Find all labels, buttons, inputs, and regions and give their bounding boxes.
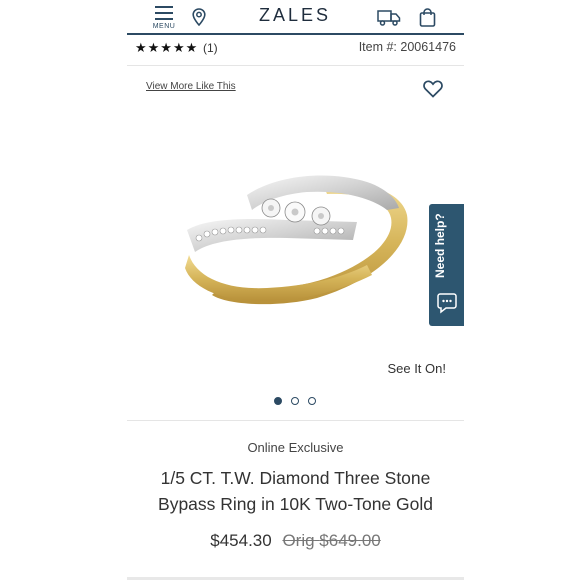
carousel-dot-1[interactable] [274, 397, 282, 405]
truck-icon[interactable] [377, 9, 401, 31]
carousel-dot-2[interactable] [291, 397, 299, 405]
carousel-dots [272, 397, 332, 407]
menu-button[interactable]: MENU [151, 4, 177, 32]
site-header: MENU ZALES [127, 0, 464, 35]
heart-icon[interactable] [423, 80, 443, 103]
orig-label: Orig [282, 531, 315, 550]
star-rating[interactable]: ★★★★★ [135, 40, 198, 56]
product-image[interactable] [167, 160, 427, 325]
price-block: $454.30 Orig $649.00 [127, 531, 464, 551]
orig-price-value: $649.00 [319, 531, 381, 550]
item-number: Item #: 20061476 [359, 40, 456, 54]
product-title: 1/5 CT. T.W. Diamond Three Stone Bypass … [158, 468, 433, 514]
sale-price: $454.30 [210, 531, 272, 550]
location-pin-icon[interactable] [192, 8, 206, 31]
divider [127, 420, 464, 421]
chat-bubble-icon [437, 292, 457, 319]
product-page: MENU ZALES ★★★★★ (1) Item #: 20061476 Vi… [127, 0, 464, 580]
see-it-on-link[interactable]: See It On! [387, 361, 446, 376]
need-help-label: Need help? [433, 213, 447, 278]
item-number-value: 20061476 [400, 40, 456, 54]
menu-label: MENU [152, 23, 176, 30]
zales-logo[interactable]: ZALES [255, 5, 335, 26]
review-count[interactable]: (1) [203, 41, 218, 55]
item-number-label: Item #: [358, 40, 401, 54]
menu-icon [155, 6, 173, 20]
need-help-tab[interactable]: Need help? [429, 204, 464, 326]
original-price: Orig $649.00 [282, 531, 380, 550]
view-more-link[interactable]: View More Like This [146, 81, 236, 92]
carousel-dot-3[interactable] [308, 397, 316, 405]
rating-row: ★★★★★ (1) Item #: 20061476 [127, 38, 464, 66]
shopping-bag-icon[interactable] [419, 8, 436, 32]
online-exclusive-badge: Online Exclusive [247, 440, 344, 455]
